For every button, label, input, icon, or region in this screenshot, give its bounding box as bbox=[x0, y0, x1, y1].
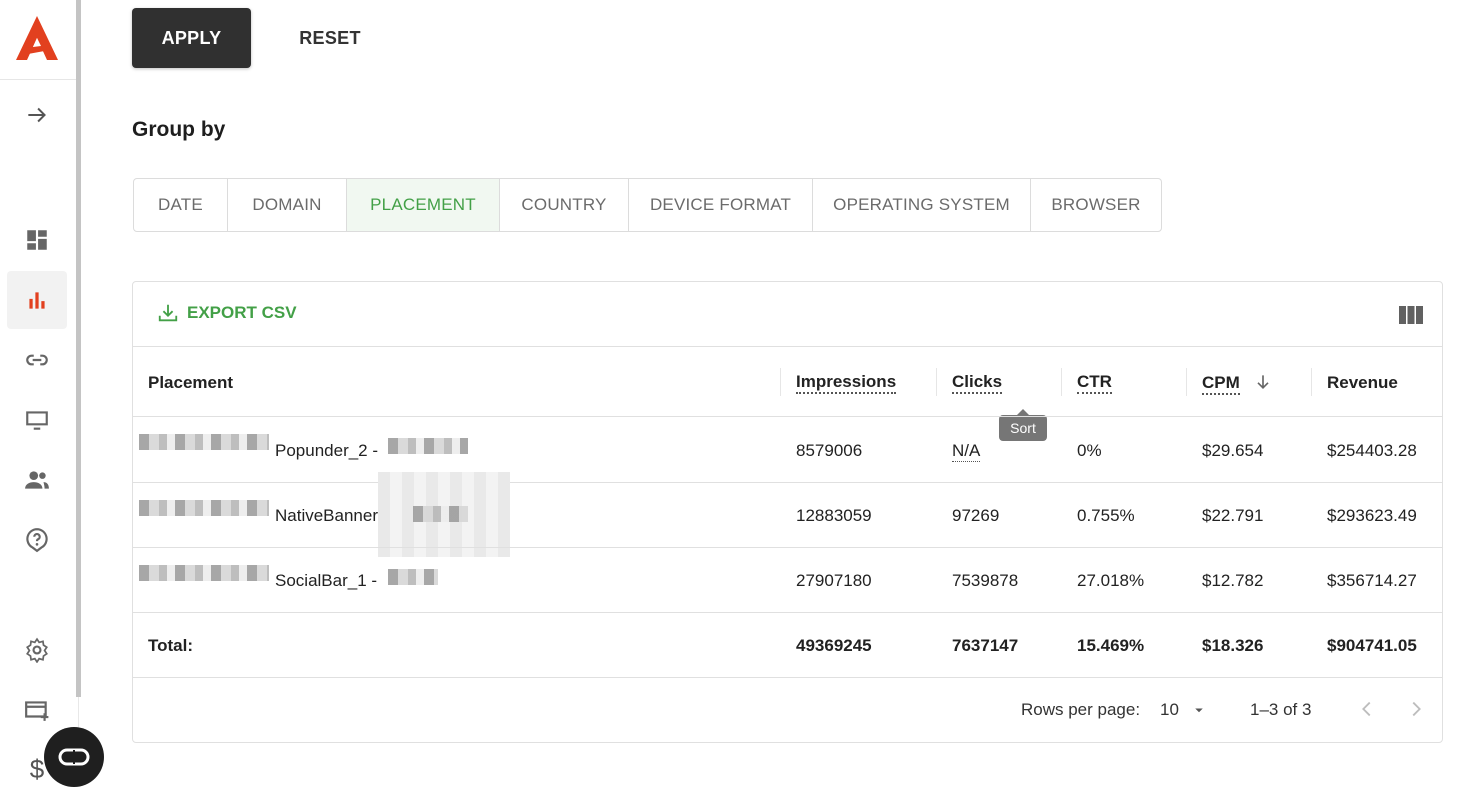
column-header-impressions[interactable]: Impressions bbox=[796, 372, 897, 394]
infinity-icon bbox=[58, 748, 90, 766]
previous-page-icon[interactable] bbox=[1356, 698, 1378, 720]
rows-per-page-label: Rows per page: bbox=[1021, 700, 1141, 719]
impressions-cell: 12883059 bbox=[796, 506, 872, 525]
column-header-placement[interactable]: Placement bbox=[148, 373, 233, 393]
cpm-label: CPM bbox=[1202, 373, 1240, 395]
impressions-cell: 8579006 bbox=[796, 441, 863, 460]
clicks-cell: N/A bbox=[952, 441, 981, 462]
dashboard-icon[interactable] bbox=[7, 211, 67, 269]
tab-placement[interactable]: PLACEMENT bbox=[347, 179, 500, 231]
tab-domain[interactable]: DOMAIN bbox=[228, 179, 347, 231]
placement-cell: NativeBanner bbox=[275, 506, 379, 525]
redacted-text bbox=[139, 434, 269, 450]
impressions-cell: 27907180 bbox=[796, 571, 872, 590]
settings-icon[interactable] bbox=[7, 621, 67, 679]
group-by-tabs: DATE DOMAIN PLACEMENT COUNTRY DEVICE FOR… bbox=[133, 178, 1162, 232]
column-header-cpm[interactable]: CPM bbox=[1202, 372, 1273, 395]
clicks-cell: 7539878 bbox=[952, 571, 1019, 590]
reset-button[interactable]: RESET bbox=[280, 8, 380, 68]
redacted-text bbox=[139, 500, 269, 516]
rows-per-page-select[interactable]: 10 bbox=[1160, 700, 1208, 720]
column-separator bbox=[936, 368, 937, 396]
dropdown-arrow-icon bbox=[1194, 708, 1203, 713]
divider bbox=[133, 677, 1442, 678]
redacted-text bbox=[139, 565, 269, 581]
total-impressions: 49369245 bbox=[796, 636, 872, 655]
tab-browser[interactable]: BROWSER bbox=[1031, 179, 1161, 231]
divider bbox=[133, 612, 1442, 613]
total-cpm: $18.326 bbox=[1202, 636, 1264, 655]
cpm-cell: $12.782 bbox=[1202, 571, 1264, 590]
redacted-text bbox=[413, 506, 468, 522]
columns-icon[interactable] bbox=[1399, 306, 1423, 324]
ctr-cell: 0.755% bbox=[1077, 506, 1135, 525]
ctr-label: CTR bbox=[1077, 372, 1112, 394]
cpm-cell: $29.654 bbox=[1202, 441, 1264, 460]
export-csv-label: EXPORT CSV bbox=[187, 303, 297, 322]
apply-button[interactable]: APPLY bbox=[132, 8, 251, 68]
statistics-icon[interactable] bbox=[7, 271, 67, 329]
pagination-range: 1–3 of 3 bbox=[1250, 700, 1312, 719]
ctr-cell: 27.018% bbox=[1077, 571, 1145, 590]
tab-country[interactable]: COUNTRY bbox=[500, 179, 629, 231]
revenue-cell: $293623.49 bbox=[1327, 506, 1417, 525]
download-icon bbox=[158, 304, 178, 322]
export-csv-button[interactable]: EXPORT CSV bbox=[157, 302, 297, 324]
ctr-cell: 0% bbox=[1077, 441, 1102, 460]
help-icon[interactable] bbox=[7, 511, 67, 569]
total-revenue: $904741.05 bbox=[1327, 636, 1417, 655]
logo-divider bbox=[0, 79, 78, 80]
clicks-label: Clicks bbox=[952, 372, 1003, 394]
column-separator bbox=[1061, 368, 1062, 396]
sidebar: $ bbox=[0, 0, 79, 784]
column-separator bbox=[1186, 368, 1187, 396]
redacted-text bbox=[388, 569, 438, 585]
placement-cell: SocialBar_1 - bbox=[275, 571, 378, 590]
cpm-cell: $22.791 bbox=[1202, 506, 1264, 525]
redacted-text bbox=[388, 438, 468, 454]
expand-arrow-icon[interactable] bbox=[7, 86, 67, 144]
sidebar-scrollbar[interactable] bbox=[76, 0, 81, 697]
impressions-label: Impressions bbox=[796, 372, 897, 394]
total-ctr: 15.469% bbox=[1077, 636, 1145, 655]
tab-device-format[interactable]: DEVICE FORMAT bbox=[629, 179, 813, 231]
tab-date[interactable]: DATE bbox=[134, 179, 228, 231]
chat-widget-button[interactable] bbox=[44, 727, 104, 787]
placement-cell: Popunder_2 - bbox=[275, 441, 379, 460]
revenue-cell: $254403.28 bbox=[1327, 441, 1417, 460]
report-table-card: EXPORT CSV Placement Impressions Clicks … bbox=[132, 281, 1443, 743]
link-icon[interactable] bbox=[7, 331, 67, 389]
monitor-icon[interactable] bbox=[7, 391, 67, 449]
column-header-ctr[interactable]: CTR bbox=[1077, 372, 1112, 394]
clicks-cell: 97269 bbox=[952, 506, 1000, 525]
divider bbox=[133, 547, 1442, 548]
group-by-title: Group by bbox=[132, 118, 226, 141]
revenue-cell: $356714.27 bbox=[1327, 571, 1417, 590]
column-separator bbox=[780, 368, 781, 396]
users-icon[interactable] bbox=[7, 451, 67, 509]
total-label: Total: bbox=[148, 636, 194, 655]
divider bbox=[133, 346, 1442, 347]
total-clicks: 7637147 bbox=[952, 636, 1019, 655]
column-header-revenue[interactable]: Revenue bbox=[1327, 373, 1398, 393]
tab-operating-system[interactable]: OPERATING SYSTEM bbox=[813, 179, 1031, 231]
logo-icon[interactable] bbox=[14, 14, 60, 62]
rows-per-page-value: 10 bbox=[1160, 700, 1179, 719]
divider bbox=[133, 482, 1442, 483]
column-separator bbox=[1311, 368, 1312, 396]
sort-tooltip: Sort bbox=[999, 409, 1047, 441]
divider bbox=[133, 416, 1442, 417]
next-page-icon[interactable] bbox=[1405, 698, 1427, 720]
sort-descending-icon[interactable] bbox=[1253, 372, 1273, 392]
column-header-clicks[interactable]: Clicks bbox=[952, 372, 1003, 394]
